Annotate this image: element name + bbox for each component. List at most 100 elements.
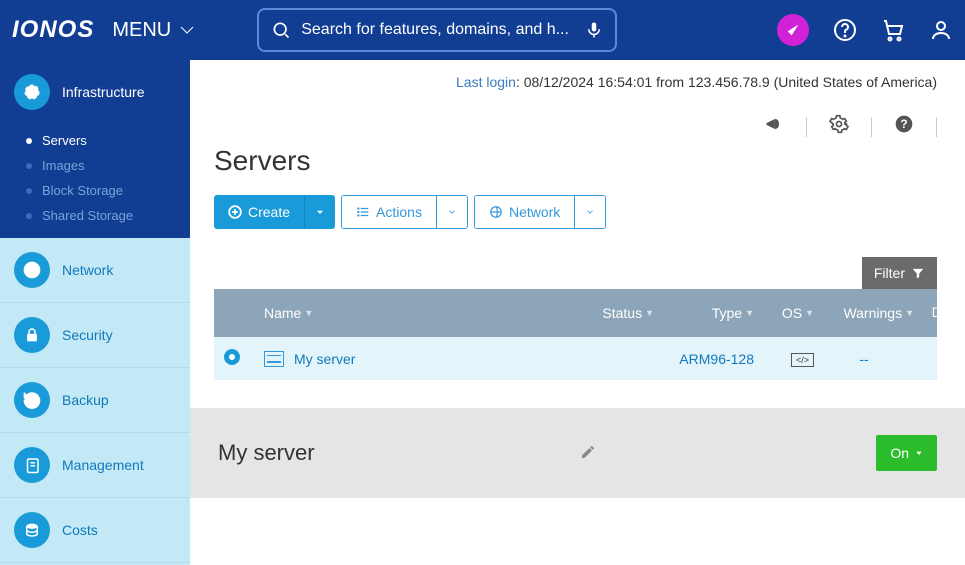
management-icon: [14, 447, 50, 483]
col-os[interactable]: OS▼: [754, 305, 814, 321]
network-label: Network: [509, 204, 560, 220]
last-login-value: : 08/12/2024 16:54:01 from 123.456.78.9 …: [516, 74, 937, 90]
menu-label: MENU: [112, 19, 171, 42]
filter-button[interactable]: Filter: [862, 257, 937, 289]
power-button[interactable]: On: [876, 435, 937, 471]
filter-icon: [911, 266, 925, 280]
sidebar-sub-label: Shared Storage: [42, 208, 133, 223]
create-button[interactable]: Create: [214, 195, 304, 229]
backup-icon: [14, 382, 50, 418]
table-header: Name▼ Status▼ Type▼ OS▼ Warnings▼ Data c…: [214, 289, 937, 337]
filter-label: Filter: [874, 265, 905, 281]
sidebar-sub-label: Images: [42, 158, 85, 173]
dot-icon: [26, 188, 32, 194]
edit-icon[interactable]: [580, 444, 596, 463]
security-icon: [14, 317, 50, 353]
actions-dropdown[interactable]: [436, 196, 467, 228]
sidebar-item-label: Security: [62, 327, 113, 343]
infrastructure-icon: [14, 74, 50, 110]
plus-icon: [228, 205, 242, 219]
svg-text:?: ?: [900, 118, 907, 131]
sidebar-item-label: Infrastructure: [62, 84, 144, 100]
sidebar-sub-label: Block Storage: [42, 183, 123, 198]
action-bar: Create Actions Network: [190, 195, 965, 229]
help-icon[interactable]: [833, 18, 857, 42]
sidebar-item-security[interactable]: Security: [0, 303, 190, 368]
last-login-label: Last login: [456, 74, 516, 90]
costs-icon: [14, 512, 50, 548]
help-page-icon[interactable]: ?: [894, 114, 914, 139]
announcements-icon[interactable]: [764, 114, 784, 139]
menu-button[interactable]: MENU: [106, 18, 205, 42]
sidebar-item-label: Costs: [62, 522, 98, 538]
settings-icon[interactable]: [829, 114, 849, 139]
sidebar: Infrastructure Servers Images Block Stor…: [0, 60, 190, 565]
sidebar-item-network[interactable]: Network: [0, 238, 190, 303]
sidebar-item-backup[interactable]: Backup: [0, 368, 190, 433]
promo-icon[interactable]: [777, 14, 809, 46]
sidebar-sub-servers[interactable]: Servers: [0, 128, 190, 153]
sidebar-item-label: Backup: [62, 392, 109, 408]
cell-type[interactable]: ARM96-128: [679, 351, 754, 367]
create-label: Create: [248, 204, 290, 220]
col-warnings[interactable]: Warnings▼: [814, 305, 914, 321]
account-icon[interactable]: [929, 18, 953, 42]
sidebar-item-management[interactable]: Management: [0, 433, 190, 498]
dot-icon: [26, 163, 32, 169]
sidebar-sub-block-storage[interactable]: Block Storage: [0, 178, 190, 203]
chevron-down-icon: [175, 18, 199, 42]
detail-title: My server: [218, 440, 580, 466]
dot-icon: [26, 213, 32, 219]
col-status[interactable]: Status▼: [544, 305, 654, 321]
sidebar-sub-images[interactable]: Images: [0, 153, 190, 178]
globe-icon: [489, 205, 503, 219]
col-name[interactable]: Name▼: [264, 305, 544, 321]
separator: [871, 117, 872, 137]
col-data-center[interactable]: Data center: [914, 305, 965, 320]
power-label: On: [890, 445, 909, 461]
cell-warnings: --: [814, 351, 914, 367]
caret-down-icon: [915, 449, 923, 457]
actions-label: Actions: [376, 204, 422, 220]
os-icon: </>: [791, 353, 814, 367]
page-title: Servers: [190, 139, 965, 195]
sidebar-item-costs[interactable]: Costs: [0, 498, 190, 563]
page-tool-icons: ?: [190, 104, 965, 139]
sidebar-item-label: Network: [62, 262, 113, 278]
table-row[interactable]: My server ARM96-128 </> --: [214, 337, 937, 380]
logo: IONOS: [12, 16, 94, 44]
sidebar-sub-shared-storage[interactable]: Shared Storage: [0, 203, 190, 228]
sidebar-sub-label: Servers: [42, 133, 87, 148]
network-icon: [14, 252, 50, 288]
search-box[interactable]: [257, 8, 617, 52]
top-bar: IONOS MENU: [0, 0, 965, 60]
sidebar-item-label: Management: [62, 457, 144, 473]
sidebar-submenu: Servers Images Block Storage Shared Stor…: [0, 124, 190, 238]
dot-icon: [26, 138, 32, 144]
sidebar-item-infrastructure[interactable]: Infrastructure: [0, 60, 190, 124]
microphone-icon[interactable]: [585, 21, 603, 39]
create-button-group: Create: [214, 195, 335, 229]
search-icon: [271, 20, 291, 40]
actions-button[interactable]: Actions: [342, 196, 436, 228]
top-right-actions: [777, 14, 953, 46]
main-content: Last login: 08/12/2024 16:54:01 from 123…: [190, 60, 965, 565]
cart-icon[interactable]: [881, 18, 905, 42]
create-dropdown[interactable]: [304, 195, 335, 229]
server-detail: My server On: [190, 408, 965, 498]
separator: [806, 117, 807, 137]
network-dropdown[interactable]: [574, 196, 605, 228]
search-input[interactable]: [301, 21, 575, 39]
rocket-icon: [785, 22, 801, 38]
list-icon: [356, 205, 370, 219]
network-button[interactable]: Network: [475, 196, 574, 228]
row-radio[interactable]: [224, 349, 240, 365]
servers-table: Name▼ Status▼ Type▼ OS▼ Warnings▼ Data c…: [214, 289, 937, 380]
network-button-group: Network: [474, 195, 606, 229]
cell-name[interactable]: My server: [264, 351, 544, 367]
col-type[interactable]: Type▼: [654, 305, 754, 321]
separator: [936, 117, 937, 137]
server-icon: [264, 351, 284, 367]
actions-button-group: Actions: [341, 195, 468, 229]
last-login: Last login: 08/12/2024 16:54:01 from 123…: [190, 60, 965, 104]
